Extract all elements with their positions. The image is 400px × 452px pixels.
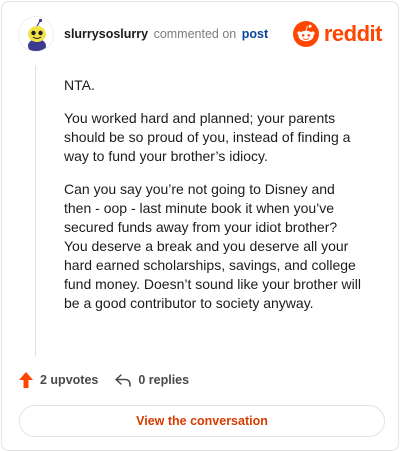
comment-paragraph: You worked hard and planned; your parent… [64,110,351,164]
reply-count: 0 replies [138,373,190,387]
commented-label: commented on [153,27,237,41]
upvote-button[interactable]: 2 upvotes [18,371,98,389]
thread-line [35,66,36,356]
post-link[interactable]: post [242,27,268,41]
comment-meta: slurrysoslurry commented on post [64,27,268,41]
comment-card: slurrysoslurry commented on post reddit … [1,1,399,451]
upvote-arrow-icon [19,372,33,388]
comment-header: slurrysoslurry commented on post reddit [16,14,384,54]
reddit-logo[interactable]: reddit [292,20,383,48]
view-conversation-button[interactable]: View the conversation [19,405,385,437]
snoo-avatar-icon [19,17,53,51]
username-link[interactable]: slurrysoslurry [64,27,148,41]
comment-paragraph: NTA. [64,77,95,93]
reply-arrow-icon [115,374,132,387]
reddit-snoo-icon [292,21,319,47]
user-avatar[interactable] [18,16,54,52]
comment-paragraph: Can you say you’re not going to Disney a… [64,181,362,311]
upvote-count: 2 upvotes [40,373,99,387]
comment-actions: 2 upvotes 0 replies [18,370,205,390]
comment-body: NTA. You worked hard and planned; your p… [64,76,364,327]
reddit-wordmark: reddit [323,21,383,46]
reply-button[interactable]: 0 replies [114,372,189,388]
